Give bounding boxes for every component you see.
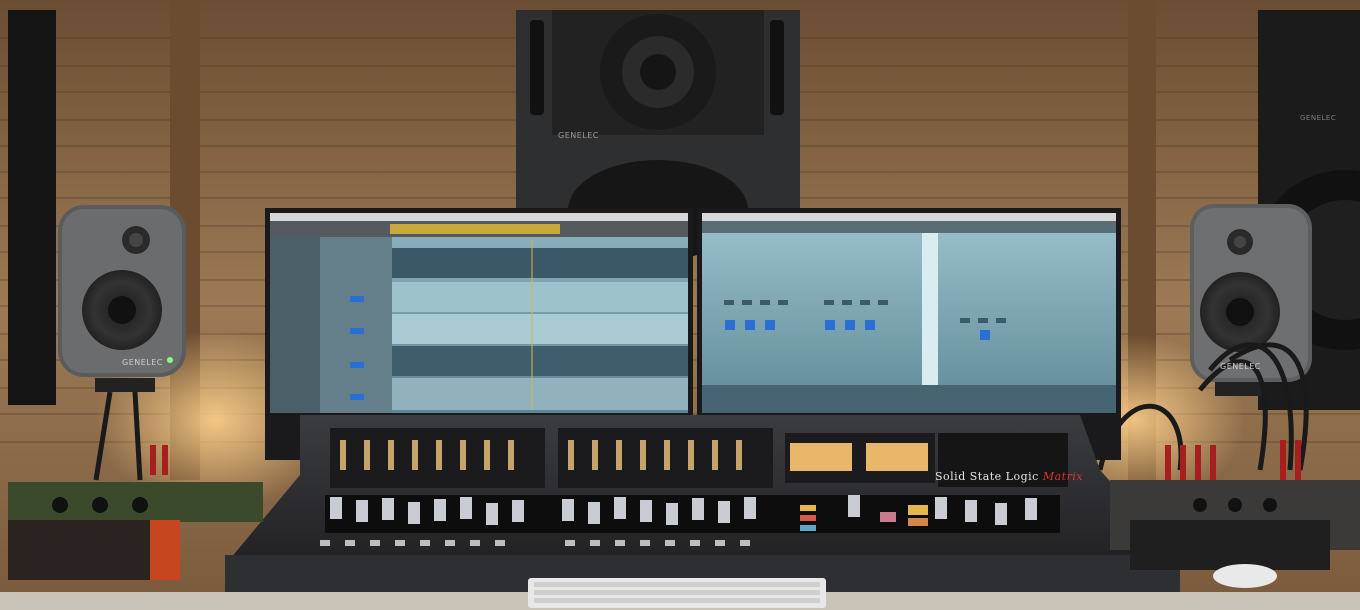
console-brand-label: Solid State Logic Matrix xyxy=(935,470,1083,483)
mixing-console xyxy=(225,415,1180,593)
computer-keyboard xyxy=(528,578,826,608)
side-panel-left xyxy=(8,10,56,405)
right-monitor-brand-label: GENELEC xyxy=(1220,362,1261,371)
left-monitor-brand-label: GENELEC xyxy=(122,358,163,367)
studio-photo: GENELEC GENELEC GENELEC GENELEC Solid St… xyxy=(0,0,1360,610)
right-large-monitor-brand-label: GENELEC xyxy=(1300,114,1337,122)
studio-scene xyxy=(0,0,1360,610)
top-monitor-brand-label: GENELEC xyxy=(558,131,599,140)
console-brand-name: Solid State Logic xyxy=(935,470,1039,483)
console-model-name: Matrix xyxy=(1042,470,1084,483)
computer-mouse xyxy=(1213,564,1277,588)
right-outboard-gear xyxy=(1110,480,1360,570)
